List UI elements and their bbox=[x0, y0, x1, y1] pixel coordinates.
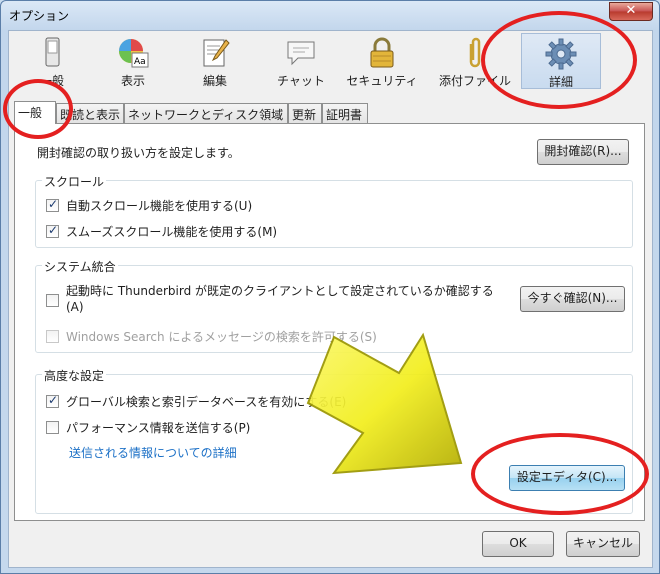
lock-icon bbox=[370, 37, 394, 68]
scroll-group-title: スクロール bbox=[42, 173, 107, 190]
global-search-label[interactable]: グローバル検索と索引データベースを有効にする(E) bbox=[66, 393, 346, 410]
cancel-button[interactable]: キャンセル bbox=[566, 531, 640, 557]
receipt-description: 開封確認の取り扱い方を設定します。 bbox=[37, 146, 240, 160]
check-now-button[interactable]: 今すぐ確認(N)... bbox=[520, 286, 625, 312]
system-group-title: システム統合 bbox=[42, 258, 118, 275]
default-client-check-checkbox[interactable] bbox=[46, 294, 59, 307]
scroll-group: スクロール 自動スクロール機能を使用する(U) スムーズスクロール機能を使用する… bbox=[35, 173, 633, 248]
toolbar-item-label: 添付ファイル bbox=[438, 74, 511, 88]
toolbar-item-chat[interactable]: チャット bbox=[267, 33, 335, 89]
chat-bubble-icon bbox=[287, 41, 315, 66]
ok-button[interactable]: OK bbox=[482, 531, 554, 557]
toolbar-item-compose[interactable]: 編集 bbox=[189, 33, 241, 89]
auto-scroll-checkbox[interactable] bbox=[46, 197, 59, 212]
tab-certificates[interactable]: 証明書 bbox=[322, 103, 368, 123]
config-editor-button[interactable]: 設定エディタ(C)... bbox=[509, 465, 625, 491]
default-client-check-label[interactable]: 起動時に Thunderbird が既定のクライアントとして設定されているか確認… bbox=[66, 282, 494, 299]
tab-panel-general: 開封確認の取り扱い方を設定します。 開封確認(R)... スクロール 自動スクロ… bbox=[14, 123, 645, 521]
toolbar-item-label: チャット bbox=[277, 74, 325, 88]
toolbar-item-security[interactable]: セキュリティ bbox=[342, 33, 422, 89]
telemetry-details-link[interactable]: 送信される情報についての詳細 bbox=[69, 444, 237, 461]
options-window: オプション ✕ 一般 Aa 表示 編集 チャット セキュリティ 添付ファイル 詳… bbox=[0, 0, 660, 574]
toolbar-item-label: 表示 bbox=[120, 74, 145, 88]
dialog-client-area: 一般 Aa 表示 編集 チャット セキュリティ 添付ファイル 詳細 一般 既読と… bbox=[8, 30, 653, 568]
advanced-group-title: 高度な設定 bbox=[42, 367, 107, 384]
tab-general[interactable]: 一般 bbox=[14, 101, 56, 124]
palette-icon: Aa bbox=[119, 39, 149, 68]
global-search-checkbox[interactable] bbox=[46, 393, 59, 408]
tab-reading-display[interactable]: 既読と表示 bbox=[56, 103, 124, 123]
paperclip-icon bbox=[469, 37, 481, 68]
toolbar-item-attachments[interactable]: 添付ファイル bbox=[434, 33, 516, 89]
toolbar-item-display[interactable]: Aa 表示 bbox=[107, 33, 159, 89]
tab-network-disk[interactable]: ネットワークとディスク領域 bbox=[124, 103, 288, 123]
svg-text:Aa: Aa bbox=[134, 57, 146, 67]
windows-search-label[interactable]: Windows Search によるメッセージの検索を許可する(S) bbox=[66, 328, 377, 345]
default-client-check-label-accesskey[interactable]: (A) bbox=[66, 300, 84, 314]
send-performance-label[interactable]: パフォーマンス情報を送信する(P) bbox=[66, 419, 250, 436]
advanced-config-group: 高度な設定 グローバル検索と索引データベースを有効にする(E) パフォーマンス情… bbox=[35, 367, 633, 514]
send-performance-checkbox[interactable] bbox=[46, 421, 59, 434]
toolbar-item-label: セキュリティ bbox=[346, 74, 418, 88]
system-integration-group: システム統合 起動時に Thunderbird が既定のクライアントとして設定さ… bbox=[35, 258, 633, 353]
return-receipts-button[interactable]: 開封確認(R)... bbox=[537, 139, 629, 165]
phone-icon bbox=[45, 37, 60, 67]
smooth-scroll-checkbox[interactable] bbox=[46, 223, 59, 238]
title-bar[interactable]: オプション ✕ bbox=[1, 1, 659, 29]
windows-search-checkbox[interactable] bbox=[46, 330, 59, 343]
window-title: オプション bbox=[9, 9, 70, 23]
toolbar-item-advanced[interactable]: 詳細 bbox=[521, 33, 601, 89]
gear-icon bbox=[545, 38, 577, 70]
smooth-scroll-label[interactable]: スムーズスクロール機能を使用する(M) bbox=[66, 223, 277, 240]
toolbar-item-label: 詳細 bbox=[548, 75, 573, 89]
tab-update[interactable]: 更新 bbox=[288, 103, 322, 123]
toolbar-item-label: 編集 bbox=[202, 74, 227, 88]
pencil-document-icon bbox=[203, 39, 230, 67]
toolbar-item-general[interactable]: 一般 bbox=[27, 33, 77, 89]
category-toolbar: 一般 Aa 表示 編集 チャット セキュリティ 添付ファイル 詳細 bbox=[9, 31, 652, 93]
auto-scroll-label[interactable]: 自動スクロール機能を使用する(U) bbox=[66, 197, 252, 214]
close-button[interactable]: ✕ bbox=[609, 2, 653, 21]
toolbar-item-label: 一般 bbox=[39, 74, 64, 88]
